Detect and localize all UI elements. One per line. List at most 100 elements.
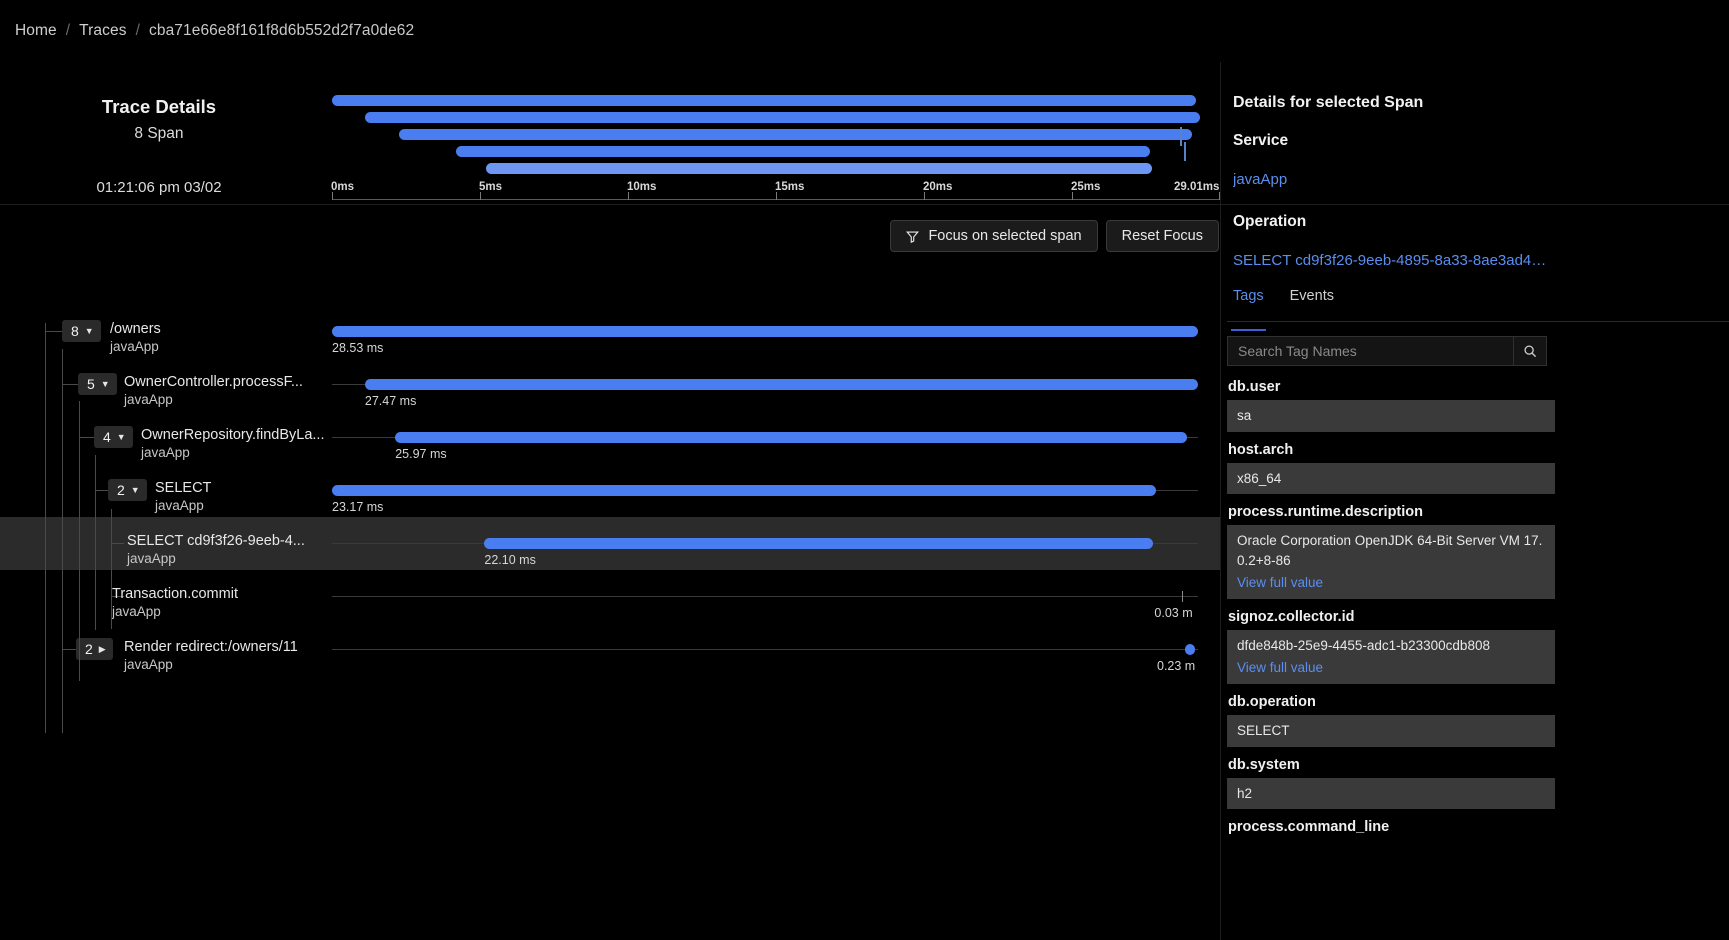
span-duration-label: 0.23 m — [1157, 659, 1196, 673]
tag-key: db.operation — [1228, 693, 1316, 710]
chevron-down-icon: ▼ — [100, 378, 110, 389]
search-tag-names-input[interactable] — [1227, 336, 1513, 366]
tree-rail — [111, 509, 112, 629]
tree-connector — [79, 437, 94, 438]
tag-key: process.runtime.description — [1228, 504, 1423, 521]
span-name[interactable]: /owners — [110, 321, 161, 337]
span-duration-bar[interactable] — [395, 432, 1187, 443]
tag-value: SELECT — [1227, 714, 1555, 747]
span-row-selected[interactable]: SELECT cd9f3f26-9eeb-4... javaApp 22.10 ms — [0, 517, 1220, 570]
tab-tags[interactable]: Tags — [1231, 286, 1266, 331]
focus-on-selected-span-button[interactable]: Focus on selected span — [890, 220, 1098, 252]
tree-rail — [79, 401, 80, 681]
tag-item: db.system h2 — [1227, 752, 1555, 810]
span-name[interactable]: SELECT — [155, 480, 211, 496]
span-row[interactable]: 4 ▼ OwnerRepository.findByLa... javaApp 25.9… — [0, 411, 1220, 464]
tree-connector — [95, 490, 108, 491]
search-button[interactable] — [1513, 336, 1547, 366]
tag-item: process.command_line — [1227, 814, 1555, 840]
view-full-value-link[interactable]: View full value — [1237, 655, 1545, 678]
span-duration-label: 27.47 ms — [364, 394, 417, 408]
operation-value-link[interactable]: SELECT cd9f3f26-9eeb-4895-8a33-8ae3ad45c… — [1233, 252, 1553, 269]
span-row[interactable]: 8 ▼/owners javaApp 28.53 ms — [0, 305, 1220, 358]
axis-tick — [628, 192, 629, 200]
span-duration-label: 25.97 ms — [395, 447, 447, 461]
details-tabs: Tags Events — [1227, 286, 1729, 331]
tab-events[interactable]: Events — [1290, 286, 1334, 321]
span-duration-label: 23.17 ms — [332, 500, 384, 514]
span-duration-label: 22.10 ms — [484, 553, 536, 567]
breadcrumb-trace-id: cba71e66e8f161f8d6b552d2f7a0de62 — [149, 22, 415, 39]
axis-tick — [1072, 192, 1073, 200]
tag-item: process.runtime.description Oracle Corpor… — [1227, 499, 1555, 599]
tag-item: host.arch x86_64 — [1227, 437, 1555, 495]
tag-value: dfde848b-25e9-4455-adc1-b23300cdb808 View… — [1227, 629, 1555, 684]
page-title: Trace Details — [101, 96, 217, 117]
span-details-panel: Details for selected Span Service javaAp… — [1220, 62, 1729, 940]
span-service-name: javaApp — [110, 339, 159, 354]
minimap-bar — [485, 163, 1152, 174]
focus-button-label: Focus on selected span — [928, 228, 1082, 244]
span-child-count: 4 — [103, 429, 111, 445]
axis-tick — [924, 192, 925, 200]
axis-tick-label: 5ms — [479, 181, 503, 193]
focus-toolbar: Focus on selected span Reset Focus — [890, 220, 1219, 252]
span-duration-bar[interactable] — [484, 538, 1153, 549]
breadcrumb-traces[interactable]: Traces — [79, 22, 126, 40]
span-name[interactable]: OwnerController.processF... — [124, 374, 303, 390]
view-full-value-link[interactable]: View full value — [1237, 570, 1545, 593]
span-child-count-toggle[interactable]: 5 ▼ — [78, 373, 117, 395]
span-child-count-toggle[interactable]: 2 ▶ — [76, 638, 113, 660]
tree-rail — [95, 455, 96, 630]
span-name[interactable]: SELECT cd9f3f26-9eeb-4... — [127, 533, 305, 549]
service-value-link[interactable]: javaApp — [1233, 171, 1288, 188]
span-duration-bar[interactable] — [332, 326, 1198, 337]
operation-block: Operation SELECT cd9f3f26-9eeb-4895-8a33… — [1233, 213, 1553, 269]
tag-search — [1227, 336, 1547, 366]
tag-value: sa — [1227, 400, 1555, 432]
span-service-name: javaApp — [112, 604, 161, 619]
span-duration-bar[interactable] — [364, 379, 1198, 390]
span-name[interactable]: OwnerRepository.findByLa... — [141, 427, 324, 443]
tag-value: Oracle Corporation OpenJDK 64-Bit Server… — [1227, 525, 1555, 599]
service-block: Service javaApp — [1233, 132, 1288, 188]
tag-item: db.user sa — [1227, 374, 1555, 432]
span-child-count-toggle[interactable]: 4 ▼ — [94, 426, 133, 448]
axis-tick — [480, 192, 481, 200]
tree-rail — [45, 323, 46, 733]
span-duration-tick[interactable] — [1182, 591, 1184, 602]
span-duration-label: 0.03 m — [1154, 606, 1193, 620]
tag-value: x86_64 — [1227, 462, 1555, 495]
reset-button-label: Reset Focus — [1121, 228, 1203, 244]
span-row[interactable]: 2 ▶ Render redirect:/owners/11 javaApp 0.23 … — [0, 623, 1220, 676]
service-label: Service — [1233, 132, 1289, 149]
span-duration-bar[interactable] — [332, 485, 1156, 496]
minimap-bar — [332, 95, 1197, 106]
tree-connector — [62, 384, 78, 385]
span-child-count-toggle[interactable]: 2 ▼ — [108, 479, 147, 501]
span-name[interactable]: Transaction.commit — [112, 586, 238, 602]
span-duration-dot[interactable] — [1185, 644, 1195, 655]
minimap-bar — [364, 112, 1201, 123]
span-row[interactable]: 5 ▼ OwnerController.processF... javaApp 27.4… — [0, 358, 1220, 411]
span-child-count-toggle[interactable]: 8 ▼ — [62, 320, 101, 342]
span-timeline-track — [332, 649, 1198, 650]
chevron-down-icon: ▼ — [116, 431, 126, 442]
minimap-bar — [398, 129, 1193, 140]
breadcrumb-home[interactable]: Home — [15, 22, 57, 40]
span-row[interactable]: Transaction.commit javaApp 0.03 m — [0, 570, 1220, 623]
span-child-count: 5 — [87, 376, 95, 392]
trace-span-count: 8 Span — [134, 125, 184, 142]
search-icon — [1524, 345, 1537, 358]
breadcrumb-separator-2: / — [135, 22, 140, 39]
tag-key: db.user — [1228, 379, 1281, 395]
span-row[interactable]: 2 ▼ SELECT javaApp 23.17 ms — [0, 464, 1220, 517]
axis-tick-label: 0ms — [331, 181, 355, 193]
reset-focus-button[interactable]: Reset Focus — [1105, 220, 1219, 252]
tree-connector — [45, 331, 62, 332]
funnel-icon — [906, 230, 920, 243]
chevron-down-icon: ▼ — [84, 325, 94, 336]
tag-item: db.operation SELECT — [1227, 689, 1555, 747]
span-child-count: 8 — [71, 323, 79, 339]
span-name[interactable]: Render redirect:/owners/11 — [124, 639, 298, 655]
